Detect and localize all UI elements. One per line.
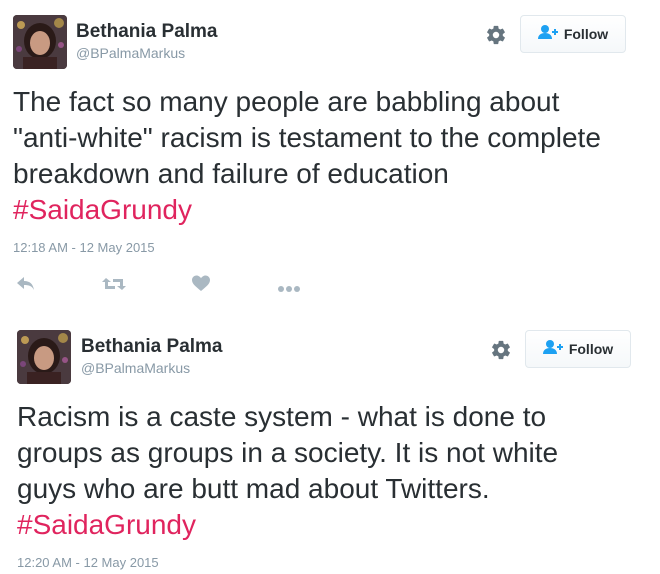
follow-label: Follow — [568, 341, 614, 357]
tweet-text-line: "anti-white" racism is testament to the … — [13, 122, 601, 153]
author-name[interactable]: Bethania Palma — [81, 336, 223, 358]
gear-icon[interactable] — [490, 339, 512, 361]
tweet-text-line: Racism is a caste system - what is done … — [17, 401, 547, 432]
retweet-icon[interactable] — [101, 274, 127, 299]
tweet-text-line: guys who are butt mad about Twitters. — [17, 473, 490, 504]
timestamp[interactable]: 12:20 AM - 12 May 2015 — [17, 555, 159, 570]
gear-icon[interactable] — [485, 24, 507, 46]
follow-button[interactable]: Follow — [520, 15, 626, 53]
tweet-text: Racism is a caste system - what is done … — [17, 399, 657, 543]
tweet-text-line: groups as groups in a society. It is not… — [17, 437, 559, 468]
hashtag-link[interactable]: #SaidaGrundy — [17, 507, 657, 543]
tweet-text-line: The fact so many people are babbling abo… — [13, 86, 560, 117]
avatar-image — [13, 15, 67, 69]
follow-label: Follow — [563, 26, 609, 42]
follow-user-icon — [537, 24, 558, 45]
reply-icon[interactable] — [15, 274, 37, 299]
tweet-actions — [13, 274, 313, 298]
avatar-image — [17, 330, 71, 384]
avatar[interactable] — [13, 15, 67, 69]
tweet-text: The fact so many people are babbling abo… — [13, 84, 653, 228]
hashtag-link[interactable]: #SaidaGrundy — [13, 192, 653, 228]
tweet-text-line: breakdown and failure of education — [13, 158, 449, 189]
author-name[interactable]: Bethania Palma — [76, 21, 218, 43]
author-handle[interactable]: @BPalmaMarkus — [76, 45, 185, 61]
like-heart-icon[interactable] — [191, 274, 211, 299]
follow-user-icon — [542, 339, 563, 360]
timestamp[interactable]: 12:18 AM - 12 May 2015 — [13, 240, 155, 255]
more-dots-icon[interactable] — [278, 280, 300, 298]
follow-button[interactable]: Follow — [525, 330, 631, 368]
avatar[interactable] — [17, 330, 71, 384]
author-handle[interactable]: @BPalmaMarkus — [81, 360, 190, 376]
